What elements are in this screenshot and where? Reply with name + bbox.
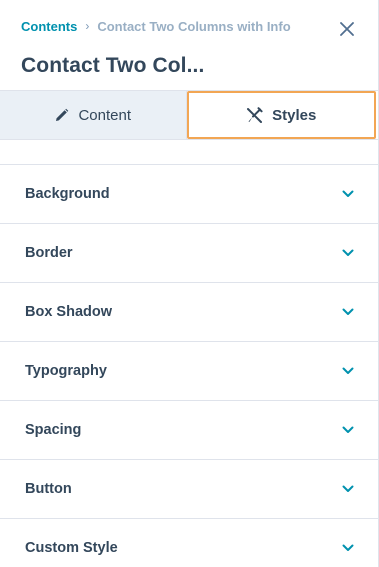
panel-header: Contents › Contact Two Columns with Info… — [0, 0, 378, 91]
chevron-down-icon — [342, 249, 354, 257]
section-border[interactable]: Border — [0, 224, 378, 283]
section-background[interactable]: Background — [0, 165, 378, 224]
section-spacer — [0, 140, 378, 165]
section-button[interactable]: Button — [0, 460, 378, 519]
section-custom-style[interactable]: Custom Style — [0, 519, 378, 567]
section-label: Custom Style — [25, 540, 118, 556]
tab-styles-label: Styles — [272, 106, 317, 124]
section-label: Spacing — [25, 422, 82, 438]
section-label: Border — [25, 245, 73, 261]
close-button[interactable] — [336, 18, 358, 40]
tab-bar: Content Styles — [0, 91, 378, 140]
chevron-down-icon — [342, 367, 354, 375]
tab-content[interactable]: Content — [0, 91, 187, 139]
chevron-down-icon — [342, 426, 354, 434]
page-title: Contact Two Col... — [21, 54, 205, 77]
section-box-shadow[interactable]: Box Shadow — [0, 283, 378, 342]
breadcrumb-root-link[interactable]: Contents — [21, 19, 77, 34]
section-typography[interactable]: Typography — [0, 342, 378, 401]
breadcrumb-current: Contact Two Columns with Info — [97, 18, 291, 34]
breadcrumb: Contents › Contact Two Columns with Info — [21, 18, 357, 34]
section-label: Typography — [25, 363, 107, 379]
close-icon — [340, 22, 354, 36]
pencil-icon — [54, 108, 69, 123]
section-spacing[interactable]: Spacing — [0, 401, 378, 460]
chevron-down-icon — [342, 190, 354, 198]
section-label: Button — [25, 481, 72, 497]
chevron-down-icon — [342, 308, 354, 316]
style-editor-panel: Contents › Contact Two Columns with Info… — [0, 0, 379, 567]
brush-tools-icon — [246, 106, 263, 124]
chevron-down-icon — [342, 485, 354, 493]
section-label: Background — [25, 186, 110, 202]
chevron-down-icon — [342, 544, 354, 552]
tab-content-label: Content — [78, 106, 132, 124]
tab-styles[interactable]: Styles — [186, 91, 376, 139]
style-sections-list: Background Border Box Shadow Typography … — [0, 165, 378, 567]
section-label: Box Shadow — [25, 304, 113, 320]
breadcrumb-separator: › — [85, 19, 90, 33]
